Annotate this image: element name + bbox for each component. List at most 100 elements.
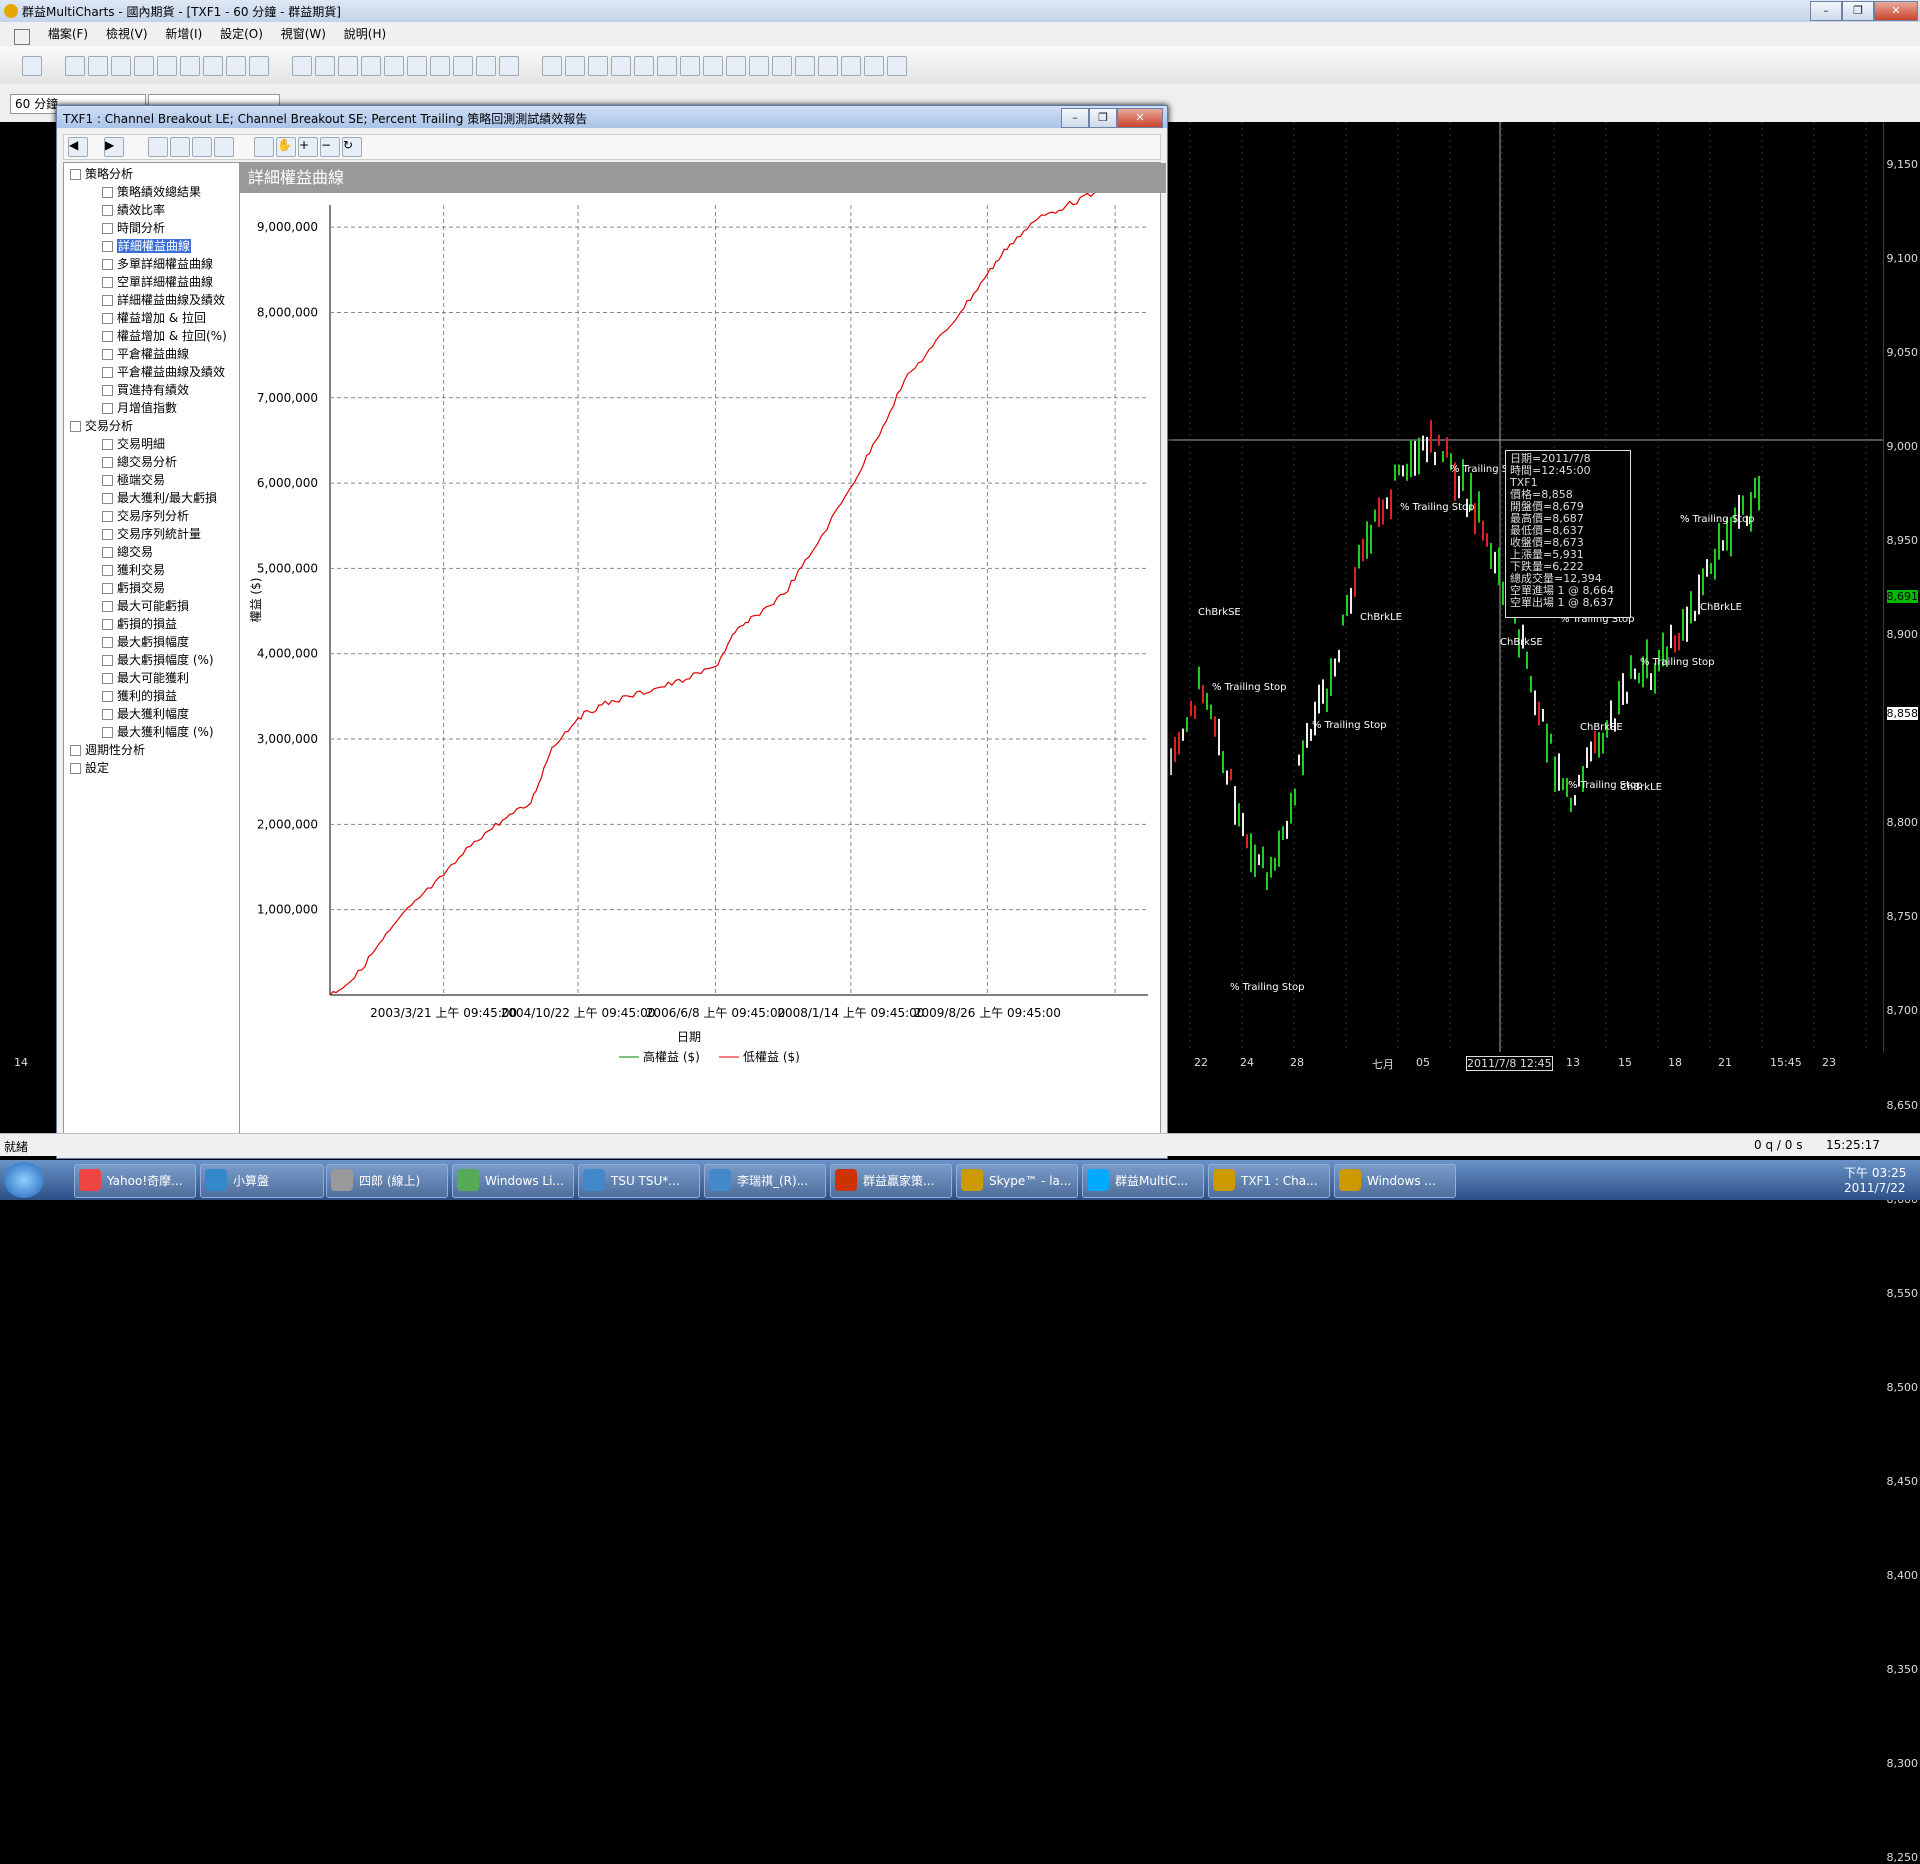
toolbar-tool-icon[interactable] <box>407 56 427 76</box>
tree-item[interactable]: 虧損的損益 <box>102 615 177 632</box>
toolbar-tool-icon[interactable] <box>795 56 815 76</box>
menu-window[interactable]: 視窗(W) <box>281 22 326 46</box>
toolbar-tool-icon[interactable] <box>65 56 85 76</box>
toolbar-tool-icon[interactable] <box>180 56 200 76</box>
zoom-out-icon[interactable]: − <box>320 137 340 157</box>
tree-item[interactable]: 詳細權益曲線 <box>102 237 192 254</box>
tree-item[interactable]: 權益增加 & 拉回 <box>102 309 206 326</box>
zoom-in-icon[interactable]: + <box>298 137 318 157</box>
clock-time[interactable]: 下午 03:25 <box>1844 1164 1906 1181</box>
toolbar-tool-icon[interactable] <box>315 56 335 76</box>
tree-item[interactable]: 績效比率 <box>102 201 165 218</box>
tree-item[interactable]: 策略績效總結果 <box>102 183 201 200</box>
toolbar-tool-icon[interactable] <box>565 56 585 76</box>
toolbar-tool-icon[interactable] <box>292 56 312 76</box>
menu-help[interactable]: 說明(H) <box>344 22 386 46</box>
maximize-button[interactable]: ❐ <box>1842 1 1874 21</box>
tree-item[interactable]: 獲利的損益 <box>102 687 177 704</box>
print-icon[interactable] <box>192 137 212 157</box>
toolbar-tool-icon[interactable] <box>453 56 473 76</box>
tree-item[interactable]: 月增值指數 <box>102 399 177 416</box>
menu-insert[interactable]: 新增(I) <box>165 22 202 46</box>
toolbar-tool-icon[interactable] <box>611 56 631 76</box>
toolbar-tool-icon[interactable] <box>111 56 131 76</box>
taskbar-item[interactable]: Windows ... <box>1334 1164 1456 1198</box>
print-preview-icon[interactable] <box>170 137 190 157</box>
refresh-icon[interactable]: ↻ <box>342 137 362 157</box>
tree-item[interactable]: 權益增加 & 拉回(%) <box>102 327 227 344</box>
toolbar-tool-icon[interactable] <box>134 56 154 76</box>
taskbar-item[interactable]: Yahoo!奇摩... <box>74 1164 196 1198</box>
tree-item[interactable]: 虧損交易 <box>102 579 165 596</box>
tree-item[interactable]: 平倉權益曲線及績效 <box>102 363 225 380</box>
close-button[interactable]: ✕ <box>1874 1 1918 21</box>
toolbar-tool-icon[interactable] <box>634 56 654 76</box>
tree-item[interactable]: 平倉權益曲線 <box>102 345 189 362</box>
toolbar-tool-icon[interactable] <box>22 56 42 76</box>
taskbar-item[interactable]: 群益MultiC... <box>1082 1164 1204 1198</box>
tree-item[interactable]: 最大獲利幅度 (%) <box>102 723 214 740</box>
toolbar-tool-icon[interactable] <box>384 56 404 76</box>
pointer-icon[interactable] <box>254 137 274 157</box>
toolbar-tool-icon[interactable] <box>726 56 746 76</box>
tree-item[interactable]: 獲利交易 <box>102 561 165 578</box>
report-close-button[interactable]: ✕ <box>1117 108 1163 128</box>
minimize-button[interactable]: – <box>1810 1 1842 21</box>
tree-item[interactable]: 時間分析 <box>102 219 165 236</box>
toolbar-tool-icon[interactable] <box>588 56 608 76</box>
taskbar-item[interactable]: 小算盤 <box>200 1164 324 1198</box>
toolbar-tool-icon[interactable] <box>499 56 519 76</box>
taskbar-item[interactable]: Skype™ - la... <box>956 1164 1078 1198</box>
menu-view[interactable]: 檢視(V) <box>106 22 148 46</box>
tree-item[interactable]: 詳細權益曲線及績效 <box>102 291 225 308</box>
report-minimize-button[interactable]: – <box>1061 108 1089 128</box>
toolbar-tool-icon[interactable] <box>203 56 223 76</box>
save-icon[interactable] <box>148 137 168 157</box>
tree-group[interactable]: 策略分析 <box>70 165 133 182</box>
toolbar-tool-icon[interactable] <box>430 56 450 76</box>
taskbar-item[interactable]: 李瑞祺_(R)... <box>704 1164 826 1198</box>
toolbar-tool-icon[interactable] <box>157 56 177 76</box>
price-axis[interactable]: 9,150 9,100 9,050 9,000 8,950 8,900 8,858 8,800… <box>1883 122 1920 1864</box>
menu-file[interactable]: 檔案(F) <box>48 22 88 46</box>
toolbar-tool-icon[interactable] <box>338 56 358 76</box>
tree-item[interactable]: 交易明細 <box>102 435 165 452</box>
toolbar-tool-icon[interactable] <box>476 56 496 76</box>
pan-icon[interactable]: ✋ <box>276 137 296 157</box>
toolbar-tool-icon[interactable] <box>680 56 700 76</box>
tree-item[interactable]: 最大虧損幅度 <box>102 633 189 650</box>
toolbar-tool-icon[interactable] <box>361 56 381 76</box>
tree-item[interactable]: 多單詳細權益曲線 <box>102 255 213 272</box>
tree-group[interactable]: 週期性分析 <box>70 741 145 758</box>
tree-item[interactable]: 總交易 <box>102 543 153 560</box>
tree-item[interactable]: 最大可能虧損 <box>102 597 189 614</box>
menu-icon[interactable] <box>14 29 30 45</box>
start-button[interactable] <box>4 1162 44 1198</box>
toolbar-tool-icon[interactable] <box>542 56 562 76</box>
menu-settings[interactable]: 設定(O) <box>220 22 263 46</box>
tree-item[interactable]: 總交易分析 <box>102 453 177 470</box>
clock-date[interactable]: 2011/7/22 <box>1844 1181 1906 1195</box>
tree-item[interactable]: 最大可能獲利 <box>102 669 189 686</box>
equity-chart[interactable]: 1,000,000 2,000,000 3,000,000 4,000,000 5,00… <box>240 193 1158 1137</box>
tree-item[interactable]: 最大獲利/最大虧損 <box>102 489 217 506</box>
taskbar-item[interactable]: TSU TSU*... <box>578 1164 700 1198</box>
toolbar-tool-icon[interactable] <box>749 56 769 76</box>
toolbar-tool-icon[interactable] <box>88 56 108 76</box>
forward-icon[interactable]: ▶ <box>104 137 124 157</box>
toolbar-tool-icon[interactable] <box>772 56 792 76</box>
toolbar-tool-icon[interactable] <box>841 56 861 76</box>
tree-item[interactable]: 買進持有績效 <box>102 381 189 398</box>
settings-icon[interactable] <box>214 137 234 157</box>
report-maximize-button[interactable]: ❐ <box>1089 108 1117 128</box>
toolbar-tool-icon[interactable] <box>249 56 269 76</box>
tree-item[interactable]: 交易序列統計量 <box>102 525 201 542</box>
taskbar-item[interactable]: 群益贏家策... <box>830 1164 952 1198</box>
tree-item[interactable]: 最大虧損幅度 (%) <box>102 651 214 668</box>
tree-item[interactable]: 設定 <box>70 759 109 776</box>
tree-group[interactable]: 交易分析 <box>70 417 133 434</box>
back-icon[interactable]: ◀ <box>68 137 88 157</box>
tree-item[interactable]: 最大獲利幅度 <box>102 705 189 722</box>
toolbar-tool-icon[interactable] <box>226 56 246 76</box>
tree-item[interactable]: 空單詳細權益曲線 <box>102 273 213 290</box>
